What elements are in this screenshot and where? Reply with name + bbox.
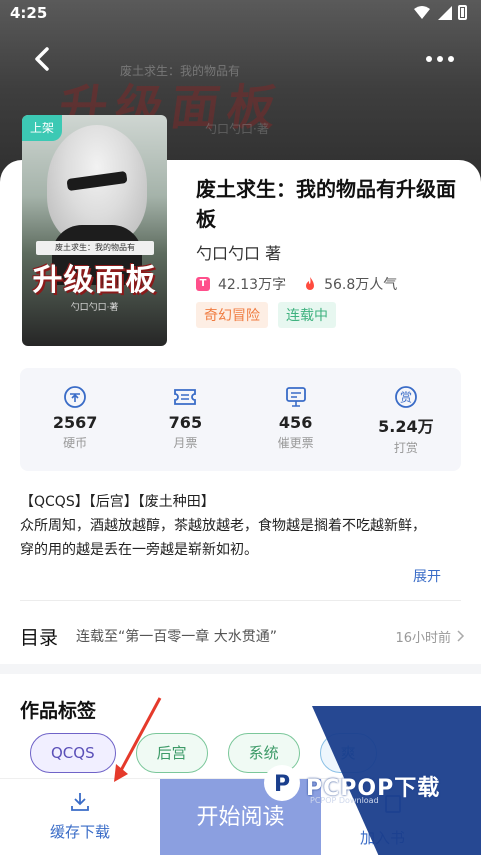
metric-value: 456 bbox=[278, 413, 313, 432]
intro-line: 【QCQS】【后宫】【废土种田】 bbox=[20, 494, 215, 510]
ticket-icon bbox=[174, 389, 197, 405]
more-options-icon[interactable] bbox=[425, 52, 455, 66]
metric-label: 催更票 bbox=[277, 436, 314, 450]
status-icons bbox=[414, 5, 467, 20]
wifi-icon bbox=[414, 5, 430, 19]
back-icon[interactable] bbox=[30, 46, 56, 72]
fire-icon bbox=[306, 277, 315, 290]
work-tag[interactable]: QCQS bbox=[30, 733, 116, 773]
red-arrow-annotation bbox=[114, 697, 162, 782]
battery-icon bbox=[458, 5, 467, 20]
metric-coins[interactable]: 2567 硬币 bbox=[20, 368, 130, 471]
word-count: 42.13万字 bbox=[218, 277, 287, 293]
hero-blur-author: 勺口勺口·著 bbox=[205, 122, 269, 136]
toc-update-time: 16小时前 bbox=[395, 630, 451, 646]
coin-icon bbox=[64, 386, 87, 408]
expand-intro-button[interactable]: 展开 bbox=[413, 566, 441, 586]
signal-icon bbox=[438, 5, 452, 20]
genre-tag[interactable]: 奇幻冒险 bbox=[196, 302, 268, 328]
metrics-panel: 2567 硬币 765 月票 456 催更票 赏 5.24万 打赏 bbox=[20, 368, 461, 471]
popularity: 56.8万人气 bbox=[324, 277, 398, 293]
shelf-badge: 上架 bbox=[22, 115, 62, 141]
cover-subtitle: 废土求生：我的物品有 bbox=[36, 241, 154, 255]
toc-latest-chapter: 连载至“第一百零一章 大水贯通” bbox=[76, 629, 277, 645]
section-separator bbox=[0, 664, 481, 674]
chevron-right-icon bbox=[457, 630, 465, 642]
download-icon bbox=[71, 793, 89, 811]
watermark-subtitle: PCPOP Download bbox=[310, 796, 379, 805]
toc-label: 目录 bbox=[20, 626, 59, 649]
status-time: 4:25 bbox=[10, 4, 48, 22]
work-tags-title: 作品标签 bbox=[20, 700, 97, 722]
work-tags-list: QCQS 后宫 系统 爽 bbox=[30, 733, 377, 773]
metric-urge-tickets[interactable]: 456 催更票 bbox=[241, 368, 351, 471]
metric-rewards[interactable]: 赏 5.24万 打赏 bbox=[351, 368, 461, 471]
word-count-icon: T bbox=[196, 277, 210, 291]
svg-text:赏: 赏 bbox=[400, 391, 412, 405]
intro-line: 众所周知，酒越放越醇，茶越放越老，食物越是搁着不吃越新鲜， bbox=[20, 518, 426, 534]
divider bbox=[20, 600, 461, 601]
svg-text:P: P bbox=[274, 772, 290, 797]
metric-value: 765 bbox=[168, 413, 203, 432]
cache-download-label: 缓存下载 bbox=[49, 823, 110, 841]
cover-author: 勺口勺口·著 bbox=[70, 303, 119, 313]
cache-download-button[interactable]: 缓存下载 bbox=[40, 791, 120, 842]
cover-title: 升级面板 bbox=[32, 263, 157, 298]
book-title: 废土求生：我的物品有升级面板 bbox=[196, 177, 456, 231]
book-author[interactable]: 勺口勺口 著 bbox=[196, 240, 281, 264]
metric-label: 打赏 bbox=[393, 441, 418, 455]
status-tag: 连载中 bbox=[278, 302, 336, 328]
intro-line: 穿的用的越是丢在一旁越是崭新如初。 bbox=[20, 542, 258, 558]
book-tags: 奇幻冒险 连载中 bbox=[196, 302, 336, 328]
metric-label: 硬币 bbox=[63, 436, 88, 450]
metric-label: 月票 bbox=[173, 436, 198, 450]
metric-value: 2567 bbox=[52, 413, 98, 432]
status-bar: 4:25 bbox=[0, 0, 481, 28]
monitor-icon bbox=[285, 387, 306, 407]
metric-monthly-tickets[interactable]: 765 月票 bbox=[130, 368, 240, 471]
table-of-contents-row[interactable]: 目录 连载至“第一百零一章 大水贯通” 16小时前 bbox=[20, 616, 465, 656]
book-intro: 【QCQS】【后宫】【废土种田】 众所周知，酒越放越醇，茶越放越老，食物越是搁着… bbox=[20, 490, 465, 562]
book-stats: T 42.13万字 56.8万人气 bbox=[196, 274, 397, 294]
reward-icon: 赏 bbox=[394, 386, 417, 408]
metric-value: 5.24万 bbox=[378, 417, 434, 436]
watermark-logo: P bbox=[264, 765, 300, 801]
book-cover[interactable]: 废土求生：我的物品有 升级面板 勺口勺口·著 上架 bbox=[22, 115, 167, 346]
